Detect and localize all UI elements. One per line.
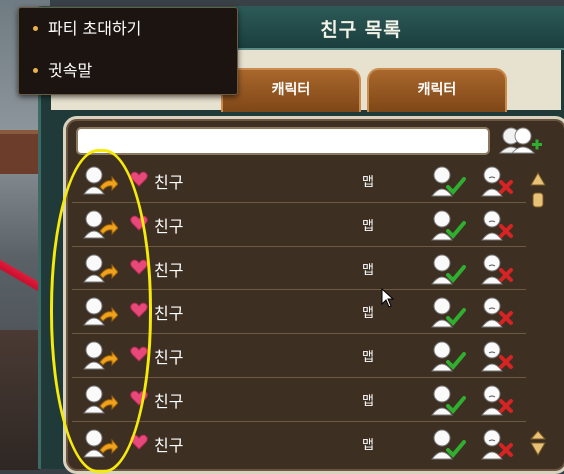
context-menu: 파티 초대하기 귓속말 [18, 7, 238, 95]
accept-icon[interactable] [430, 340, 466, 372]
menu-item-whisper[interactable]: 귓속말 [29, 56, 229, 86]
friend-map: 맵 [362, 218, 374, 234]
tab-character-1[interactable]: 캐릭터 [221, 68, 361, 112]
friend-map: 맵 [362, 262, 374, 278]
search-input[interactable] [76, 127, 490, 155]
friend-name: 친구 [154, 435, 184, 455]
friend-name: 친구 [154, 348, 184, 368]
friend-map: 맵 [362, 306, 374, 322]
reject-icon[interactable] [480, 209, 514, 241]
friend-name: 친구 [154, 216, 184, 236]
menu-item-party-invite[interactable]: 파티 초대하기 [29, 14, 229, 44]
friend-row[interactable]: 친구 맵 [72, 159, 526, 203]
reject-icon[interactable] [480, 384, 514, 416]
highlight-ellipse [50, 149, 152, 473]
background-ribbon [0, 255, 40, 295]
reject-icon[interactable] [480, 165, 514, 197]
background-roof [0, 130, 40, 174]
friend-map: 맵 [362, 350, 374, 366]
scroll-down-arrow-icon[interactable] [530, 429, 546, 457]
accept-icon[interactable] [430, 428, 466, 460]
accept-icon[interactable] [430, 209, 466, 241]
accept-icon[interactable] [430, 296, 466, 328]
friend-map: 맵 [362, 175, 374, 190]
bullet-icon [33, 25, 38, 31]
reject-icon[interactable] [480, 428, 514, 460]
accept-icon[interactable] [430, 165, 466, 197]
add-friend-icon[interactable] [498, 125, 542, 155]
accept-icon[interactable] [430, 384, 466, 416]
mouse-cursor-icon [381, 288, 395, 308]
accept-icon[interactable] [430, 253, 466, 285]
friend-name: 친구 [154, 260, 184, 280]
background-floor [0, 330, 40, 470]
reject-icon[interactable] [480, 340, 514, 372]
bullet-icon [33, 67, 38, 73]
menu-item-label: 파티 초대하기 [48, 19, 142, 38]
friend-name: 친구 [154, 304, 184, 324]
reject-icon[interactable] [480, 296, 514, 328]
friend-map: 맵 [362, 393, 374, 409]
reject-icon[interactable] [480, 253, 514, 285]
menu-item-label: 귓속말 [48, 61, 93, 80]
scroll-up-arrow-icon[interactable] [530, 171, 546, 209]
friend-row[interactable]: 친구 맵 [72, 422, 526, 465]
friend-map: 맵 [362, 437, 374, 453]
tab-character-2[interactable]: 캐릭터 [367, 68, 507, 112]
friend-name: 친구 [154, 173, 184, 192]
window-title: 친구 목록 [320, 19, 402, 41]
friend-name: 친구 [154, 391, 184, 411]
